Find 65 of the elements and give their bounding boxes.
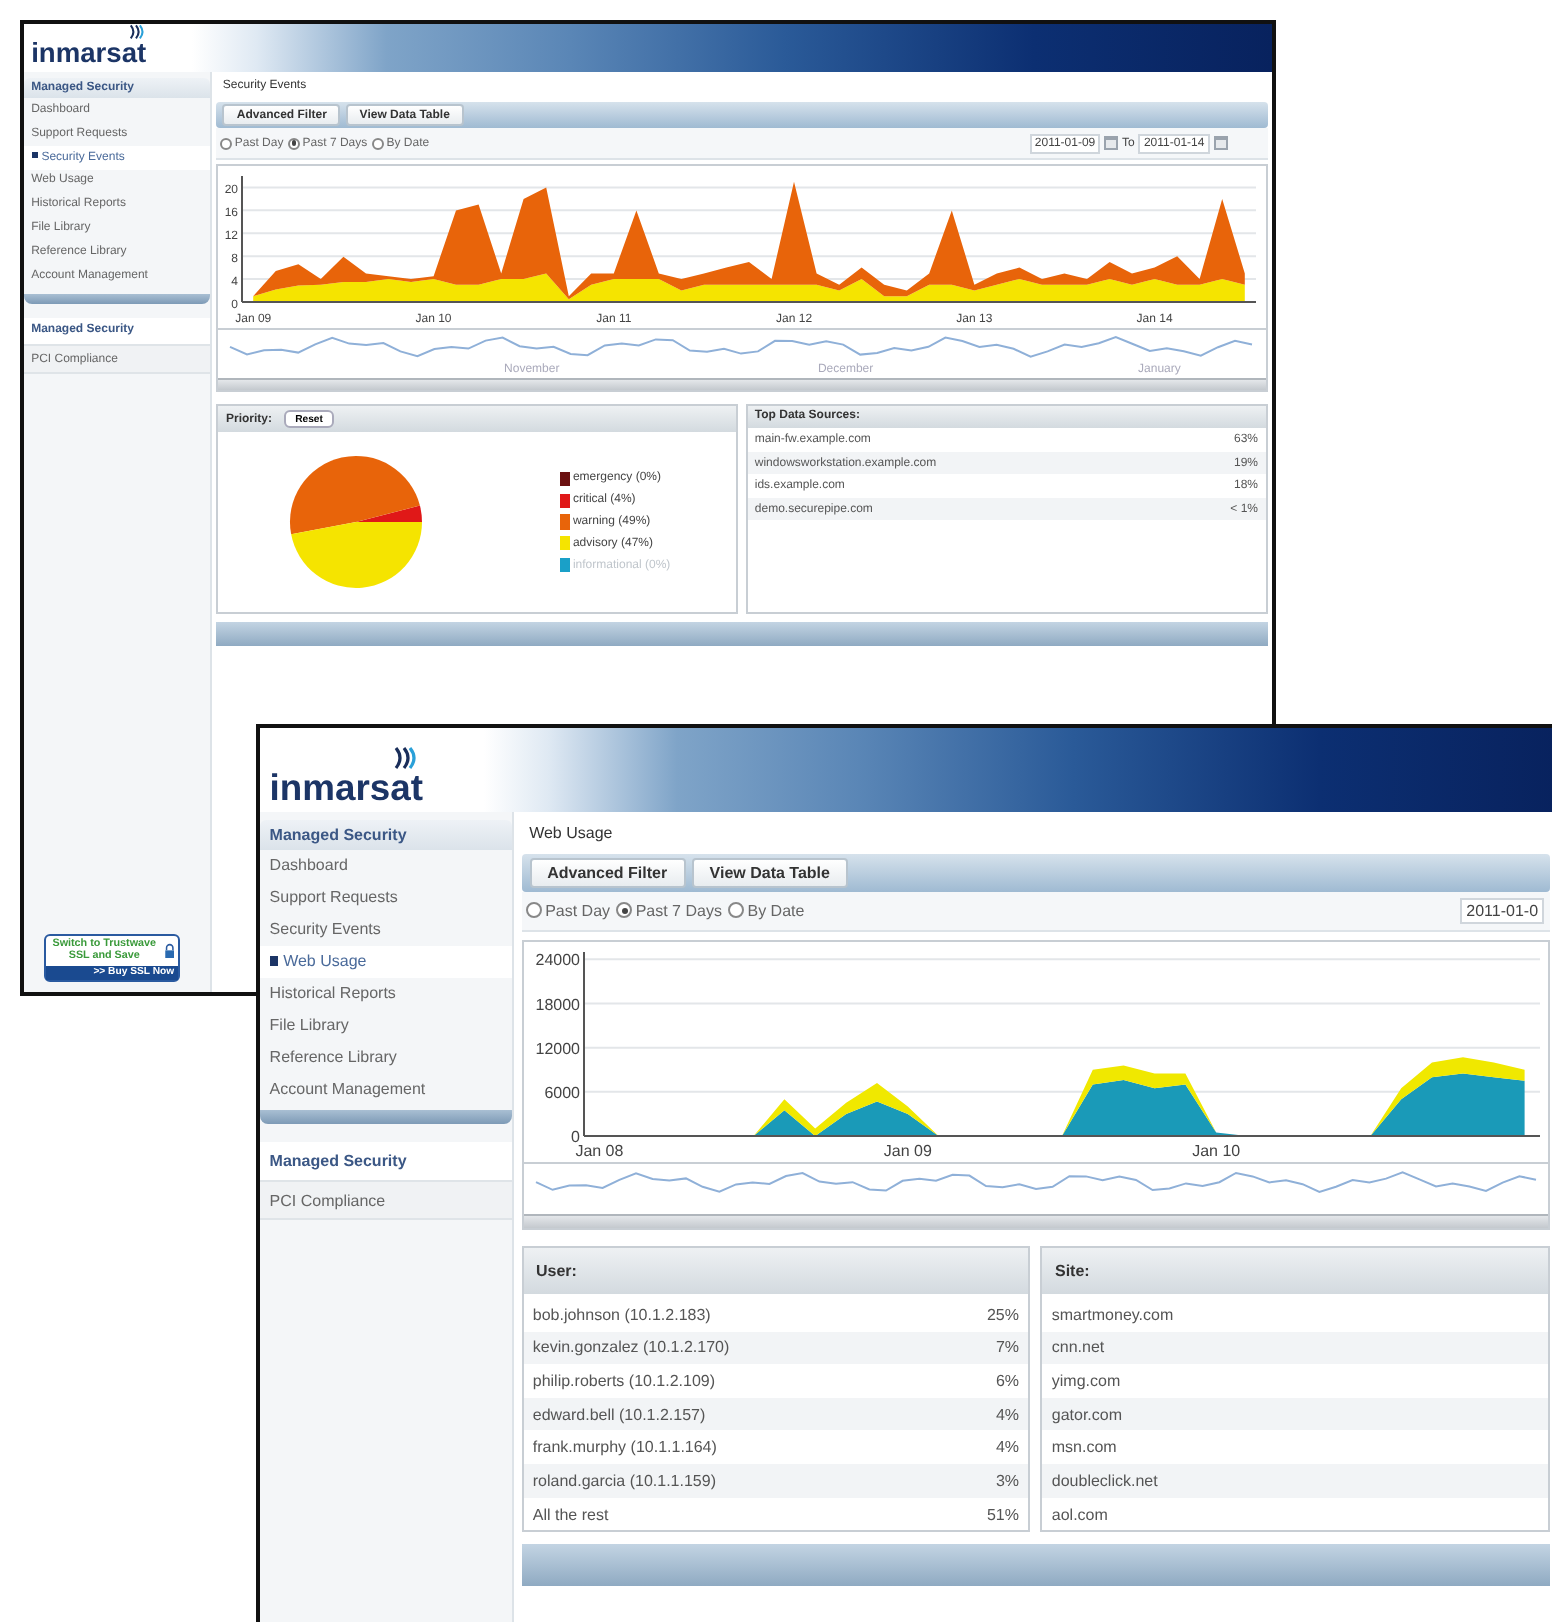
table-cell: 51% — [986, 1505, 1019, 1524]
table-cell: frank.murphy (10.1.1.164) — [532, 1438, 717, 1457]
bullet-icon — [31, 151, 38, 159]
table-cell: 4% — [995, 1405, 1019, 1424]
sidebar-item[interactable]: Dashboard — [260, 849, 513, 882]
table-cell: doubleclick.net — [1051, 1471, 1158, 1490]
sidebar-item[interactable]: Web Usage — [260, 945, 513, 978]
table-cell: All the rest — [532, 1505, 609, 1524]
sidebar-item[interactable]: Reference Library — [260, 1041, 513, 1074]
table-cell: 3% — [995, 1471, 1019, 1490]
sidebar-section[interactable]: Managed Security — [260, 1142, 513, 1182]
table-cell: roland.garcia (10.1.1.159) — [532, 1471, 716, 1490]
panel-title: User: — [535, 1262, 577, 1281]
radio-button[interactable] — [616, 902, 633, 919]
table-cell: smartmoney.com — [1051, 1305, 1174, 1324]
table-cell: gator.com — [1051, 1405, 1123, 1424]
radio-label: By Date — [747, 901, 805, 920]
radio-button[interactable] — [372, 137, 385, 150]
axis-label: 18000 — [534, 994, 580, 1013]
axis-label: Jan 09 — [882, 1141, 931, 1159]
toolbar-button[interactable]: Advanced Filter — [529, 858, 686, 888]
radio-label: Past Day — [545, 901, 611, 920]
sidebar-item[interactable]: Historical Reports — [260, 977, 513, 1010]
axis-label: 6000 — [543, 1082, 580, 1101]
axis-label: 24000 — [534, 950, 580, 969]
toolbar-button[interactable]: View Data Table — [691, 858, 848, 888]
radio-label: Past 7 Days — [635, 901, 722, 920]
table-cell: msn.com — [1051, 1438, 1117, 1457]
logo-text: inmarsat — [31, 39, 147, 68]
table-cell: philip.roberts (10.1.2.109) — [532, 1372, 716, 1390]
sidebar-item[interactable]: File Library — [260, 1009, 513, 1042]
panel-title: Site: — [1054, 1262, 1090, 1281]
table-cell: kevin.gonzalez (10.1.2.170) — [532, 1338, 730, 1357]
navigator-scrollbar[interactable] — [523, 1214, 1548, 1228]
table-cell: yimg.com — [1051, 1372, 1121, 1390]
navigator-scrollbar[interactable] — [218, 377, 1266, 391]
radio-button[interactable] — [220, 137, 233, 150]
sidebar-item[interactable]: Support Requests — [260, 881, 513, 914]
radio-button[interactable] — [525, 902, 542, 919]
calendar-icon — [1104, 136, 1119, 151]
axis-label: 12000 — [534, 1038, 580, 1057]
date-field[interactable]: 2011-01-0 — [1459, 897, 1545, 925]
table-cell: bob.johnson (10.1.2.183) — [532, 1305, 711, 1324]
table-cell: edward.bell (10.1.2.157) — [532, 1405, 706, 1424]
table-cell: 4% — [995, 1438, 1019, 1457]
radio-button[interactable] — [728, 902, 745, 919]
padlock-icon — [163, 940, 175, 963]
axis-label: Jan 10 — [1191, 1141, 1240, 1159]
table-cell: 7% — [995, 1338, 1019, 1357]
table-cell: 6% — [995, 1372, 1019, 1390]
axis-label: 0 — [570, 1127, 580, 1145]
signal-arcs-icon — [389, 745, 418, 770]
table-cell: 25% — [986, 1305, 1019, 1324]
sidebar-heading: Managed Security — [260, 820, 513, 850]
table-cell: cnn.net — [1051, 1338, 1105, 1357]
logo-text: inmarsat — [269, 769, 423, 807]
bullet-icon — [269, 956, 279, 966]
calendar-icon — [1213, 136, 1228, 151]
page-title: Web Usage — [527, 821, 615, 846]
sidebar-item[interactable]: Security Events — [260, 913, 513, 946]
axis-label: Jan 08 — [574, 1141, 623, 1159]
table-cell: aol.com — [1051, 1505, 1108, 1524]
sidebar-section[interactable]: PCI Compliance — [260, 1181, 513, 1221]
sidebar-item[interactable]: Account Management — [260, 1073, 513, 1106]
radio-button[interactable] — [288, 137, 301, 150]
